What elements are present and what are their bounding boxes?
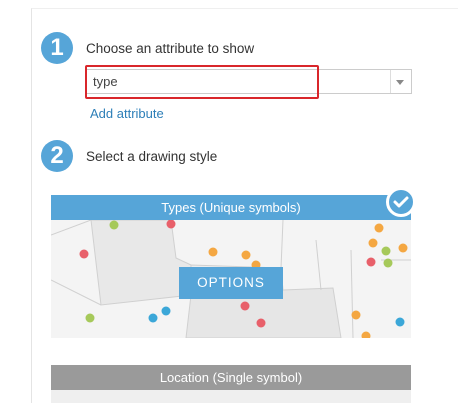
map-point bbox=[240, 301, 250, 311]
step-2-label: Select a drawing style bbox=[86, 149, 218, 164]
map-point bbox=[383, 258, 393, 268]
selected-check-badge bbox=[386, 187, 416, 217]
step-1-label: Choose an attribute to show bbox=[86, 41, 255, 56]
options-button[interactable]: OPTIONS bbox=[179, 267, 283, 299]
map-point bbox=[85, 313, 95, 323]
style-card-types-title: Types (Unique symbols) bbox=[161, 200, 301, 215]
map-point bbox=[148, 313, 158, 323]
map-point bbox=[368, 238, 378, 248]
map-preview-location bbox=[51, 390, 411, 403]
add-attribute-link[interactable]: Add attribute bbox=[90, 106, 164, 121]
style-card-location-header: Location (Single symbol) bbox=[51, 365, 411, 390]
map-point bbox=[256, 318, 266, 328]
map-point bbox=[381, 246, 391, 256]
map-point bbox=[109, 220, 119, 230]
map-point bbox=[351, 310, 361, 320]
step-2-badge: 2 bbox=[41, 140, 73, 172]
smart-mapping-panel: 1 Choose an attribute to show type Add a… bbox=[31, 8, 458, 403]
chevron-down-icon[interactable] bbox=[390, 70, 411, 93]
highlight-annotation bbox=[85, 65, 319, 99]
map-point bbox=[374, 223, 384, 233]
style-card-types-header: Types (Unique symbols) bbox=[51, 195, 411, 220]
style-card-location[interactable]: Location (Single symbol) bbox=[51, 365, 411, 403]
map-point bbox=[241, 250, 251, 260]
map-point bbox=[208, 247, 218, 257]
style-card-location-title: Location (Single symbol) bbox=[159, 370, 303, 385]
map-point bbox=[395, 317, 405, 327]
map-point bbox=[398, 243, 408, 253]
check-icon bbox=[393, 196, 409, 208]
map-point bbox=[366, 257, 376, 267]
map-point bbox=[161, 306, 171, 316]
step-1-badge: 1 bbox=[41, 32, 73, 64]
map-point bbox=[79, 249, 89, 259]
